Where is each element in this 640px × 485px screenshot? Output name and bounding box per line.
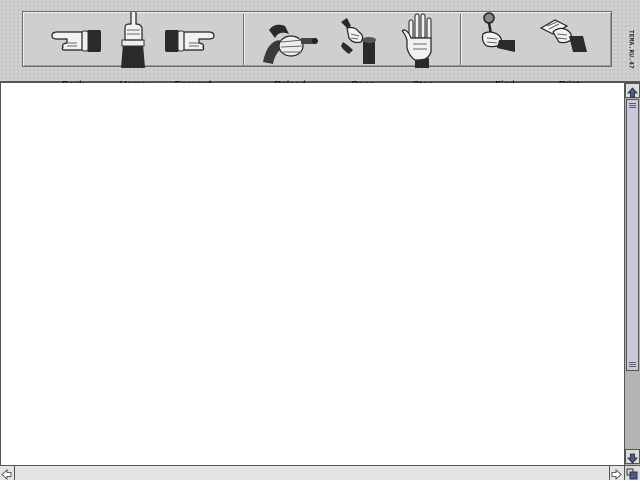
toolbar-divider [243,14,244,65]
window-resize-grip[interactable] [624,465,640,480]
toolbar: Back Home Forward Reload [22,11,635,91]
toolbar-divider [460,14,461,65]
page-content-area[interactable] [0,83,624,465]
grip-line [629,364,636,365]
scroll-right-button[interactable] [609,466,624,480]
arrow-up-icon [627,87,638,98]
forward-button[interactable]: Forward [157,12,229,91]
hand-opening-jar-icon [341,18,376,64]
back-button[interactable]: Back [37,12,109,91]
brand-logo-text: TEMA.RU.47 [627,29,635,70]
reload-button[interactable]: Reload [259,12,321,91]
vertical-scroll-thumb[interactable] [626,99,639,371]
grip-line [629,107,636,108]
resize-grip-icon [626,468,638,480]
scroll-left-button[interactable] [0,466,15,480]
open-palm-stop-icon [401,13,432,68]
arrow-right-icon [611,469,622,480]
home-button[interactable]: Home [113,12,153,91]
hand-cranking-icon [263,24,318,64]
grip-line [629,362,636,363]
grip-line [629,366,636,367]
grip-line [629,103,636,104]
brand-logo: TEMA.RU.47 [626,24,636,78]
pointing-hand-left-icon [51,30,101,52]
horizontal-scrollbar[interactable] [0,465,624,480]
stop-button[interactable]: Stop [395,12,451,91]
pointing-hand-right-icon [165,30,215,52]
print-button[interactable]: Print [537,12,601,91]
find-button[interactable]: Find [475,12,535,91]
hand-holding-paper-icon [539,19,587,52]
pointing-hand-up-icon [121,12,145,68]
grip-line [629,105,636,106]
arrow-left-icon [1,469,12,480]
scroll-up-button[interactable] [625,83,640,98]
vertical-scrollbar[interactable] [624,83,640,465]
hand-magnifier-icon [481,12,515,52]
scroll-down-button[interactable] [625,449,640,464]
open-button[interactable]: Open [335,12,391,91]
arrow-down-icon [627,453,638,464]
